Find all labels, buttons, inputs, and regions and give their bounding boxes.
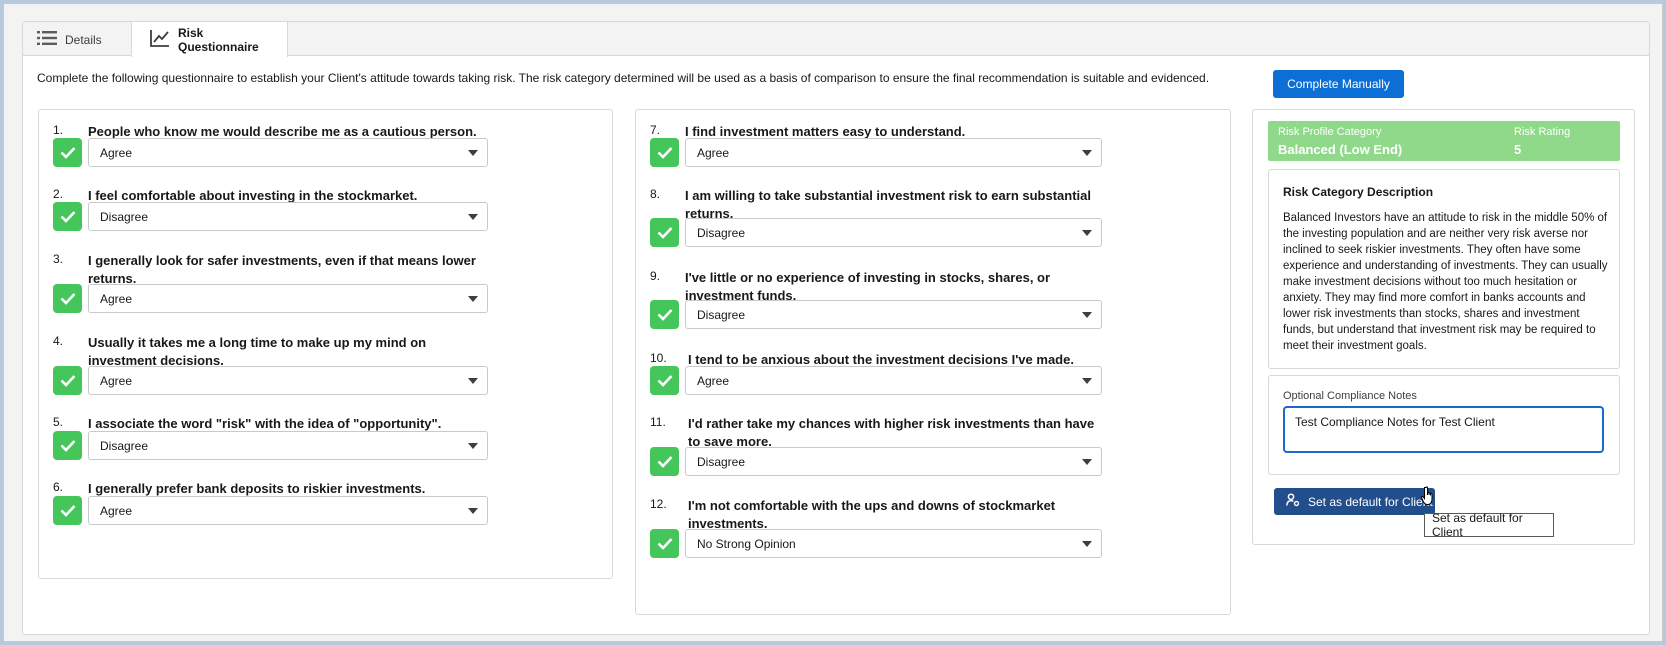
question-number: 2.: [53, 187, 64, 201]
answer-value: Disagree: [100, 438, 149, 453]
question-number: 6.: [53, 480, 64, 494]
compliance-notes-label: Optional Compliance Notes: [1283, 390, 1417, 402]
answer-value: Agree: [100, 373, 133, 388]
hand-cursor-icon: [1421, 486, 1437, 511]
chevron-down-icon: [468, 214, 478, 220]
risk-result-panel: Risk Profile Category Balanced (Low End)…: [1252, 109, 1635, 545]
chevron-down-icon: [468, 508, 478, 514]
question-number: 4.: [53, 334, 64, 348]
chevron-down-icon: [1082, 312, 1092, 318]
chevron-down-icon: [1082, 459, 1092, 465]
answer-value: Agree: [697, 145, 730, 160]
check-icon: [650, 300, 679, 329]
answer-value: Agree: [100, 291, 133, 306]
answer-value: Disagree: [697, 307, 746, 322]
answer-value: Disagree: [100, 209, 149, 224]
risk-description-box: Risk Category Description Balanced Inves…: [1268, 169, 1620, 369]
user-settings-icon: [1286, 493, 1308, 510]
answer-value: No Strong Opinion: [697, 536, 796, 551]
intro-text: Complete the following questionnaire to …: [37, 71, 1210, 85]
questions-panel-left: 1. People who know me would describe me …: [38, 109, 613, 579]
set-default-label: Set as default for Client: [1308, 494, 1433, 509]
risk-category-label: Risk Profile Category: [1278, 126, 1382, 138]
chart-line-icon: [150, 29, 178, 50]
questions-panel-middle: 7. I find investment matters easy to und…: [635, 109, 1231, 615]
check-icon: [650, 138, 679, 167]
question-number: 7.: [650, 123, 661, 137]
chevron-down-icon: [1082, 150, 1092, 156]
question-number: 1.: [53, 123, 64, 137]
answer-select[interactable]: Agree: [88, 284, 488, 313]
check-icon: [650, 366, 679, 395]
answer-select[interactable]: Disagree: [685, 218, 1102, 247]
compliance-notes-box: Optional Compliance Notes Test Complianc…: [1268, 375, 1620, 475]
check-icon: [53, 138, 82, 167]
question-text: I'd rather take my chances with higher r…: [688, 416, 1095, 449]
risk-rating-label: Risk Rating: [1514, 126, 1571, 138]
question-number: 9.: [650, 269, 661, 283]
answer-value: Disagree: [697, 454, 746, 469]
answer-select[interactable]: Agree: [88, 138, 488, 167]
tab-bar: Details Risk Questionnaire: [23, 22, 1649, 57]
app-frame: Details Risk Questionnaire Complete the …: [3, 3, 1663, 642]
set-default-tooltip: Set as default for Client: [1424, 511, 1554, 539]
check-icon: [53, 284, 82, 313]
chevron-down-icon: [468, 443, 478, 449]
check-icon: [53, 496, 82, 525]
question-text: I generally look for safer investments, …: [88, 253, 476, 286]
answer-select[interactable]: No Strong Opinion: [685, 529, 1102, 558]
answer-value: Agree: [100, 145, 133, 160]
question-number: 3.: [53, 252, 64, 266]
answer-value: Agree: [697, 373, 730, 388]
answer-value: Agree: [100, 503, 133, 518]
check-icon: [650, 447, 679, 476]
chevron-down-icon: [1082, 541, 1092, 547]
tab-risk-questionnaire[interactable]: Risk Questionnaire: [131, 22, 288, 57]
questionnaire-card: Details Risk Questionnaire Complete the …: [22, 21, 1650, 635]
answer-select[interactable]: Agree: [685, 138, 1102, 167]
set-default-button[interactable]: Set as default for Client: [1274, 488, 1435, 515]
question-number: 10.: [650, 351, 667, 365]
question-number: 8.: [650, 187, 661, 201]
check-icon: [650, 529, 679, 558]
answer-select[interactable]: Agree: [88, 366, 488, 395]
risk-description-title: Risk Category Description: [1283, 185, 1434, 199]
chevron-down-icon: [1082, 378, 1092, 384]
check-icon: [53, 366, 82, 395]
complete-manually-button[interactable]: Complete Manually: [1273, 70, 1404, 98]
answer-select[interactable]: Disagree: [685, 300, 1102, 329]
tab-details[interactable]: Details: [37, 22, 137, 57]
answer-select[interactable]: Disagree: [88, 202, 488, 231]
question-number: 11.: [650, 415, 666, 429]
risk-category-value: Balanced (Low End): [1278, 142, 1403, 157]
check-icon: [53, 431, 82, 460]
tab-risk-questionnaire-label: Risk Questionnaire: [178, 25, 259, 54]
answer-select[interactable]: Agree: [685, 366, 1102, 395]
answer-select[interactable]: Disagree: [88, 431, 488, 460]
chevron-down-icon: [468, 378, 478, 384]
question-text: I'm not comfortable with the ups and dow…: [688, 498, 1056, 531]
answer-value: Disagree: [697, 225, 746, 240]
check-icon: [650, 218, 679, 247]
risk-rating-value: 5: [1514, 142, 1522, 157]
answer-select[interactable]: Disagree: [685, 447, 1102, 476]
answer-select[interactable]: Agree: [88, 496, 488, 525]
question-number: 12.: [650, 497, 667, 511]
list-icon: [37, 30, 65, 49]
question-text: Usually it takes me a long time to make …: [88, 335, 427, 368]
tab-details-label: Details: [65, 32, 102, 47]
chevron-down-icon: [468, 296, 478, 302]
question-number: 5.: [53, 415, 64, 429]
chevron-down-icon: [1082, 230, 1092, 236]
risk-description-body: Balanced Investors have an attitude to r…: [1283, 212, 1608, 352]
chevron-down-icon: [468, 150, 478, 156]
compliance-notes-input[interactable]: Test Compliance Notes for Test Client: [1283, 406, 1604, 453]
check-icon: [53, 202, 82, 231]
risk-profile-header: Risk Profile Category Balanced (Low End)…: [1268, 121, 1620, 161]
